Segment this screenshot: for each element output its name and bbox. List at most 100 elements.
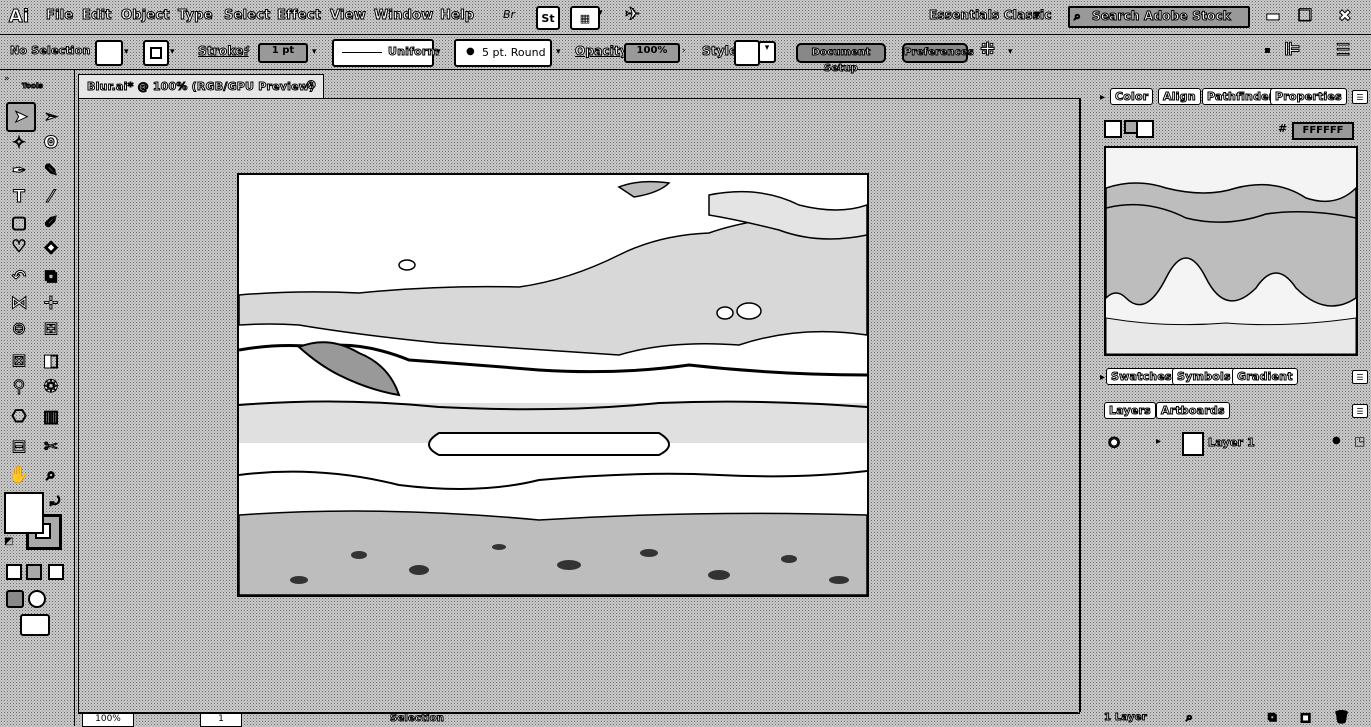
none-mini-swatch[interactable] — [1136, 120, 1154, 138]
menu-help[interactable]: Help — [439, 8, 474, 24]
edit-toolbar-icon[interactable] — [20, 614, 50, 636]
default-colors-icon[interactable]: ◩ — [4, 536, 13, 547]
collapse-color-panel-icon[interactable]: ▸ — [1100, 92, 1105, 103]
swap-colors-icon[interactable]: ⤾ — [49, 494, 60, 509]
brush-definition[interactable]: ● 5 pt. Round — [454, 39, 552, 67]
artboard-navigator[interactable]: 1 — [200, 713, 242, 727]
locate-object-icon[interactable]: ⌕ — [1186, 710, 1194, 725]
tab-properties[interactable]: Properties — [1270, 88, 1347, 105]
minimize-icon[interactable]: ▬ — [1262, 4, 1284, 26]
variable-width-profile[interactable]: Uniform — [332, 39, 439, 67]
tab-layers[interactable]: Layers — [1104, 402, 1156, 419]
draw-mode-icon[interactable] — [6, 590, 24, 608]
tab-color[interactable]: Color — [1110, 88, 1154, 105]
collapse-swatches-panel-icon[interactable]: ▸ — [1100, 372, 1105, 383]
stroke-chevron-icon[interactable]: ▾ — [170, 47, 175, 57]
arrange-objects-icon[interactable]: ⁜ — [979, 39, 995, 61]
stroke-label[interactable]: Stroke: — [198, 44, 249, 59]
opacity-chevron-icon[interactable]: › — [682, 46, 686, 56]
bridge-button[interactable]: Br — [503, 8, 515, 21]
curvature-tool-icon[interactable]: ✎ — [38, 158, 64, 184]
symbol-sprayer-tool-icon[interactable]: ⎔ — [6, 404, 32, 430]
close-document-icon[interactable]: ⊗ — [305, 77, 317, 93]
artboard-tool-icon[interactable]: ⊟ — [6, 434, 32, 460]
close-window-icon[interactable]: ✖ — [1334, 4, 1356, 26]
type-tool-icon[interactable]: T — [6, 184, 32, 210]
delete-layer-icon[interactable]: 🗑 — [1333, 710, 1349, 725]
slice-tool-icon[interactable]: ✂ — [38, 434, 64, 460]
fill-mini-swatch[interactable] — [1104, 120, 1122, 138]
paintbrush-tool-icon[interactable]: ✐ — [38, 210, 64, 236]
layer-name[interactable]: Layer 1 — [1207, 436, 1255, 450]
shape-builder-tool-icon[interactable]: ⊕ — [6, 316, 32, 342]
document-tab[interactable]: Blur.ai* @ 100% (RGB/GPU Preview) ⊗ — [78, 74, 324, 99]
expand-layer-icon[interactable]: ▸ — [1156, 436, 1161, 447]
eraser-tool-icon[interactable]: ◈ — [38, 234, 64, 260]
tab-align[interactable]: Align — [1158, 88, 1201, 105]
control-bar-menu-icon[interactable]: ☰ — [1336, 40, 1351, 60]
collapse-toolbar-icon[interactable]: » — [4, 74, 10, 84]
gradient-mode-icon[interactable] — [26, 564, 42, 580]
visibility-eye-icon[interactable]: ◉ — [1107, 434, 1120, 451]
fill-color-well[interactable] — [4, 492, 44, 534]
graphic-style-swatch[interactable] — [734, 40, 760, 66]
transform-dot-icon[interactable]: ▪ — [1264, 45, 1271, 56]
tab-artboards[interactable]: Artboards — [1156, 402, 1230, 419]
layer-target-icon[interactable]: ● — [1332, 435, 1341, 446]
magic-wand-tool-icon[interactable]: ✧ — [6, 130, 32, 156]
rectangle-tool-icon[interactable]: ▢ — [6, 210, 32, 236]
column-graph-tool-icon[interactable]: ▥ — [38, 404, 64, 430]
hand-tool-icon[interactable]: ✋ — [6, 462, 32, 488]
tab-symbols[interactable]: Symbols — [1172, 368, 1236, 385]
color-spectrum-ramp[interactable] — [1104, 146, 1358, 356]
layer-row[interactable]: ◉ ▸ Layer 1 ● ◳ — [1100, 430, 1366, 456]
tab-swatches[interactable]: Swatches — [1106, 368, 1177, 385]
width-tool-icon[interactable]: ⋈ — [6, 290, 32, 316]
lasso-tool-icon[interactable]: ʘ — [38, 130, 64, 156]
menu-edit[interactable]: Edit — [82, 8, 112, 24]
layer-selection-icon[interactable]: ◳ — [1354, 434, 1365, 448]
zoom-field[interactable]: 100% — [82, 713, 134, 727]
zoom-tool-icon[interactable]: ⌕ — [38, 462, 64, 488]
arrange-objects-chevron-icon[interactable]: ▾ — [1008, 47, 1013, 57]
profile-chevron-icon[interactable]: ▾ — [436, 47, 441, 57]
stroke-weight-field[interactable]: 1 pt — [258, 43, 308, 63]
menu-effect[interactable]: Effect — [276, 8, 321, 24]
line-segment-tool-icon[interactable]: ⁄ — [38, 184, 64, 210]
fill-chevron-icon[interactable]: ▾ — [124, 47, 129, 57]
menu-select[interactable]: Select — [224, 8, 271, 24]
menu-window[interactable]: Window — [374, 8, 434, 24]
pen-tool-icon[interactable]: ✒ — [6, 158, 32, 184]
hex-color-field[interactable]: FFFFFF — [1292, 122, 1354, 140]
artboard[interactable] — [237, 173, 869, 597]
perspective-grid-tool-icon[interactable]: ⊞ — [38, 316, 64, 342]
rotate-tool-icon[interactable]: ↶ — [6, 264, 32, 290]
stroke-swatch[interactable] — [143, 40, 169, 66]
menu-view[interactable]: View — [330, 8, 367, 24]
shaper-tool-icon[interactable]: ♡ — [6, 234, 32, 260]
brush-chevron-icon[interactable]: ▾ — [556, 47, 561, 57]
scale-tool-icon[interactable]: ⧉ — [38, 264, 64, 290]
menu-file[interactable]: File — [45, 8, 73, 24]
menu-object[interactable]: Object — [121, 8, 171, 24]
free-transform-tool-icon[interactable]: ⊹ — [38, 290, 64, 316]
swatches-panel-menu-icon[interactable]: ☰ — [1352, 370, 1368, 384]
tab-gradient[interactable]: Gradient — [1232, 368, 1298, 385]
new-sublayer-icon[interactable]: ⧉ — [1268, 710, 1278, 725]
color-mode-icon[interactable] — [6, 564, 22, 580]
gradient-tool-icon[interactable]: ◧ — [38, 348, 64, 374]
workspace-chevron-icon[interactable]: ▼ — [1033, 10, 1041, 21]
preferences-button[interactable]: Preferences — [902, 43, 974, 63]
none-mode-icon[interactable] — [48, 564, 64, 580]
mesh-tool-icon[interactable]: ⊠ — [6, 348, 32, 374]
stock-search-input[interactable]: ⌕ Search Adobe Stock — [1068, 6, 1250, 28]
menu-type[interactable]: Type — [178, 8, 214, 24]
stock-button[interactable]: St — [536, 6, 560, 30]
color-panel-menu-icon[interactable]: ☰ — [1352, 90, 1368, 104]
stroke-weight-chevron-icon[interactable]: ▾ — [312, 47, 317, 57]
graphic-style-chevron-icon[interactable]: ▾ — [758, 41, 776, 63]
layers-panel-menu-icon[interactable]: ☰ — [1352, 404, 1368, 418]
new-layer-icon[interactable]: ▣ — [1300, 710, 1312, 725]
arrange-chevron-icon[interactable]: ▾ — [598, 8, 603, 18]
arrange-documents-icon[interactable]: ▦ — [570, 6, 600, 30]
